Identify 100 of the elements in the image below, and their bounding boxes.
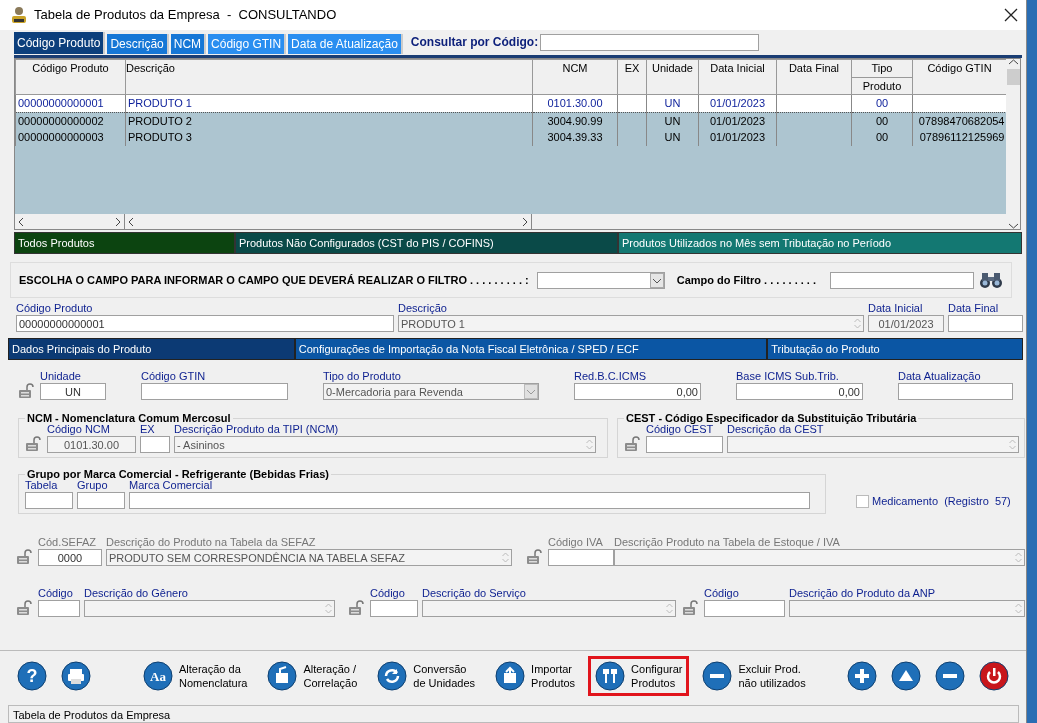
input-field[interactable] xyxy=(898,383,1013,400)
scroll-right-icon[interactable] xyxy=(115,217,121,226)
scroll-up-icon[interactable] xyxy=(1008,59,1018,65)
spin-arrows-icon[interactable] xyxy=(1009,439,1016,450)
table-cell: UN xyxy=(664,97,681,109)
input-field[interactable]: 01/01/2023 xyxy=(868,315,944,332)
help-button[interactable]: ? xyxy=(10,655,54,696)
scrollbar-thumb[interactable] xyxy=(1006,69,1020,85)
input-field[interactable] xyxy=(370,600,418,617)
spin-arrows-icon[interactable] xyxy=(1015,552,1022,563)
scroll-right-icon[interactable] xyxy=(522,217,528,226)
input-field[interactable]: - Asininos xyxy=(174,436,596,453)
column-header: Tipo xyxy=(851,59,913,77)
filter-tab[interactable]: Produtos Utilizados no Mês sem Tributação no Período xyxy=(618,232,1022,254)
close-icon[interactable] xyxy=(1004,8,1018,22)
field-label: Base ICMS Sub.Trib. xyxy=(736,370,840,383)
scroll-down-icon[interactable] xyxy=(1008,223,1018,229)
input-field[interactable]: UN xyxy=(40,383,106,400)
binoculars-icon[interactable] xyxy=(979,270,1003,290)
toolbar-button[interactable]: Alteração / Correlação xyxy=(260,655,365,696)
spin-arrows-icon[interactable] xyxy=(502,552,509,563)
input-field[interactable]: PRODUTO 1 xyxy=(398,315,864,332)
toolbar-button[interactable]: Aa Alteração da Nomenclatura xyxy=(136,655,255,696)
filter-field-label: Campo do Filtro . . . . . . . . . xyxy=(676,272,817,288)
input-field[interactable]: 0,00 xyxy=(574,383,701,400)
field-label: EX xyxy=(140,423,156,436)
input-field[interactable] xyxy=(704,600,785,617)
field-label: Código xyxy=(704,587,740,600)
input-field[interactable] xyxy=(422,600,676,617)
input-field[interactable] xyxy=(646,436,723,453)
detail-tab[interactable]: Configurações de Importação da Nota Fiscal Eletrônica / SPED / ECF xyxy=(294,338,768,360)
minus-icon xyxy=(935,660,965,691)
table-cell: 3004.90.99 xyxy=(547,114,603,127)
input-field[interactable]: 0,00 xyxy=(736,383,863,400)
dropdown-field[interactable]: 0-Mercadoria para Revenda xyxy=(323,383,539,400)
vertical-scrollbar[interactable] xyxy=(1006,59,1020,229)
filter-tab[interactable]: Produtos Não Configurados (CST do PIS / COFINS) xyxy=(235,232,618,254)
table-cell: 00 xyxy=(875,131,889,143)
dropdown-field[interactable] xyxy=(536,271,665,289)
input-field[interactable]: 0101.30.00 xyxy=(47,436,136,453)
table-cell: 00 xyxy=(875,114,889,127)
scroll-left-icon[interactable] xyxy=(18,217,24,226)
toolbar-button[interactable]: Conversão de Unidades xyxy=(370,655,483,696)
field-label: Cód.SEFAZ xyxy=(38,536,98,549)
plus-icon xyxy=(847,660,877,691)
filter-tab[interactable]: Todos Produtos xyxy=(14,232,235,254)
spin-arrows-icon[interactable] xyxy=(666,603,673,614)
filter-field[interactable] xyxy=(830,271,975,289)
input-field[interactable]: 00000000000001 xyxy=(16,315,394,332)
column-header: Data Final xyxy=(776,59,852,95)
spin-arrows-icon[interactable] xyxy=(854,318,861,329)
input-field[interactable] xyxy=(129,492,810,509)
field-label: Descrição do Produto na Tabela da SEFAZ xyxy=(106,536,317,549)
detail-tab[interactable]: Tributação do Produto xyxy=(767,338,1023,360)
power-icon xyxy=(979,660,1009,691)
column-header: NCM xyxy=(532,59,618,95)
input-field[interactable] xyxy=(789,600,1025,617)
search-tab[interactable]: Descrição xyxy=(107,34,169,54)
table-cell: 07898470682054 xyxy=(918,114,1005,127)
table-cell: PRODUTO 2 xyxy=(128,114,192,127)
field-label: Unidade xyxy=(40,370,82,383)
table-cell: PRODUTO 1 xyxy=(128,97,192,109)
spin-arrows-icon[interactable] xyxy=(1015,603,1022,614)
search-tab[interactable]: Código Produto xyxy=(14,32,106,54)
table-cell: 00000000000001 xyxy=(18,97,104,109)
padlock-icon xyxy=(682,600,700,616)
help-icon: ? xyxy=(17,660,47,691)
table-cell: UN xyxy=(664,114,681,127)
spin-arrows-icon[interactable] xyxy=(325,603,332,614)
column-header: Código GTIN xyxy=(912,59,1006,95)
input-field[interactable] xyxy=(84,600,335,617)
toolbar-button[interactable]: Importar Produtos xyxy=(488,655,583,696)
input-field[interactable] xyxy=(140,436,170,453)
minus-icon xyxy=(702,660,733,691)
input-field[interactable] xyxy=(77,492,125,509)
input-field[interactable] xyxy=(141,383,288,400)
table-cell: 01/01/2023 xyxy=(709,131,766,143)
spin-arrows-icon[interactable] xyxy=(586,439,593,450)
table-cell: 3004.39.33 xyxy=(547,131,603,143)
input-field[interactable] xyxy=(948,315,1023,332)
font-icon: Aa xyxy=(143,660,173,691)
status-text: Tabela de Produtos da Empresa xyxy=(8,705,1019,723)
toolbar-button[interactable]: Excluir Prod. não utilizados xyxy=(695,655,813,696)
search-tab[interactable]: NCM xyxy=(170,34,207,54)
input-field[interactable] xyxy=(727,436,1019,453)
consult-field[interactable] xyxy=(540,34,760,51)
field-label: Código GTIN xyxy=(141,370,207,383)
input-field[interactable] xyxy=(25,492,73,509)
field-label: Descrição Produto na Tabela de Estoque / IVA xyxy=(614,536,841,549)
field-label: Grupo xyxy=(77,479,109,492)
toolbar-button[interactable]: Configurar Produtos xyxy=(588,655,690,696)
window-title: Tabela de Produtos da Empresa - CONSULTANDO xyxy=(34,6,337,25)
table-cell: UN xyxy=(664,131,681,143)
scroll-left-icon[interactable] xyxy=(128,217,134,226)
field-label: Descrição do Serviço xyxy=(422,587,527,600)
table-cell: 01/01/2023 xyxy=(709,114,766,127)
input-field[interactable] xyxy=(38,600,80,617)
table-cell: 07896112125969 xyxy=(919,131,1005,143)
detail-tab[interactable]: Dados Principais do Produto xyxy=(8,338,295,360)
checkbox[interactable] xyxy=(856,494,869,508)
